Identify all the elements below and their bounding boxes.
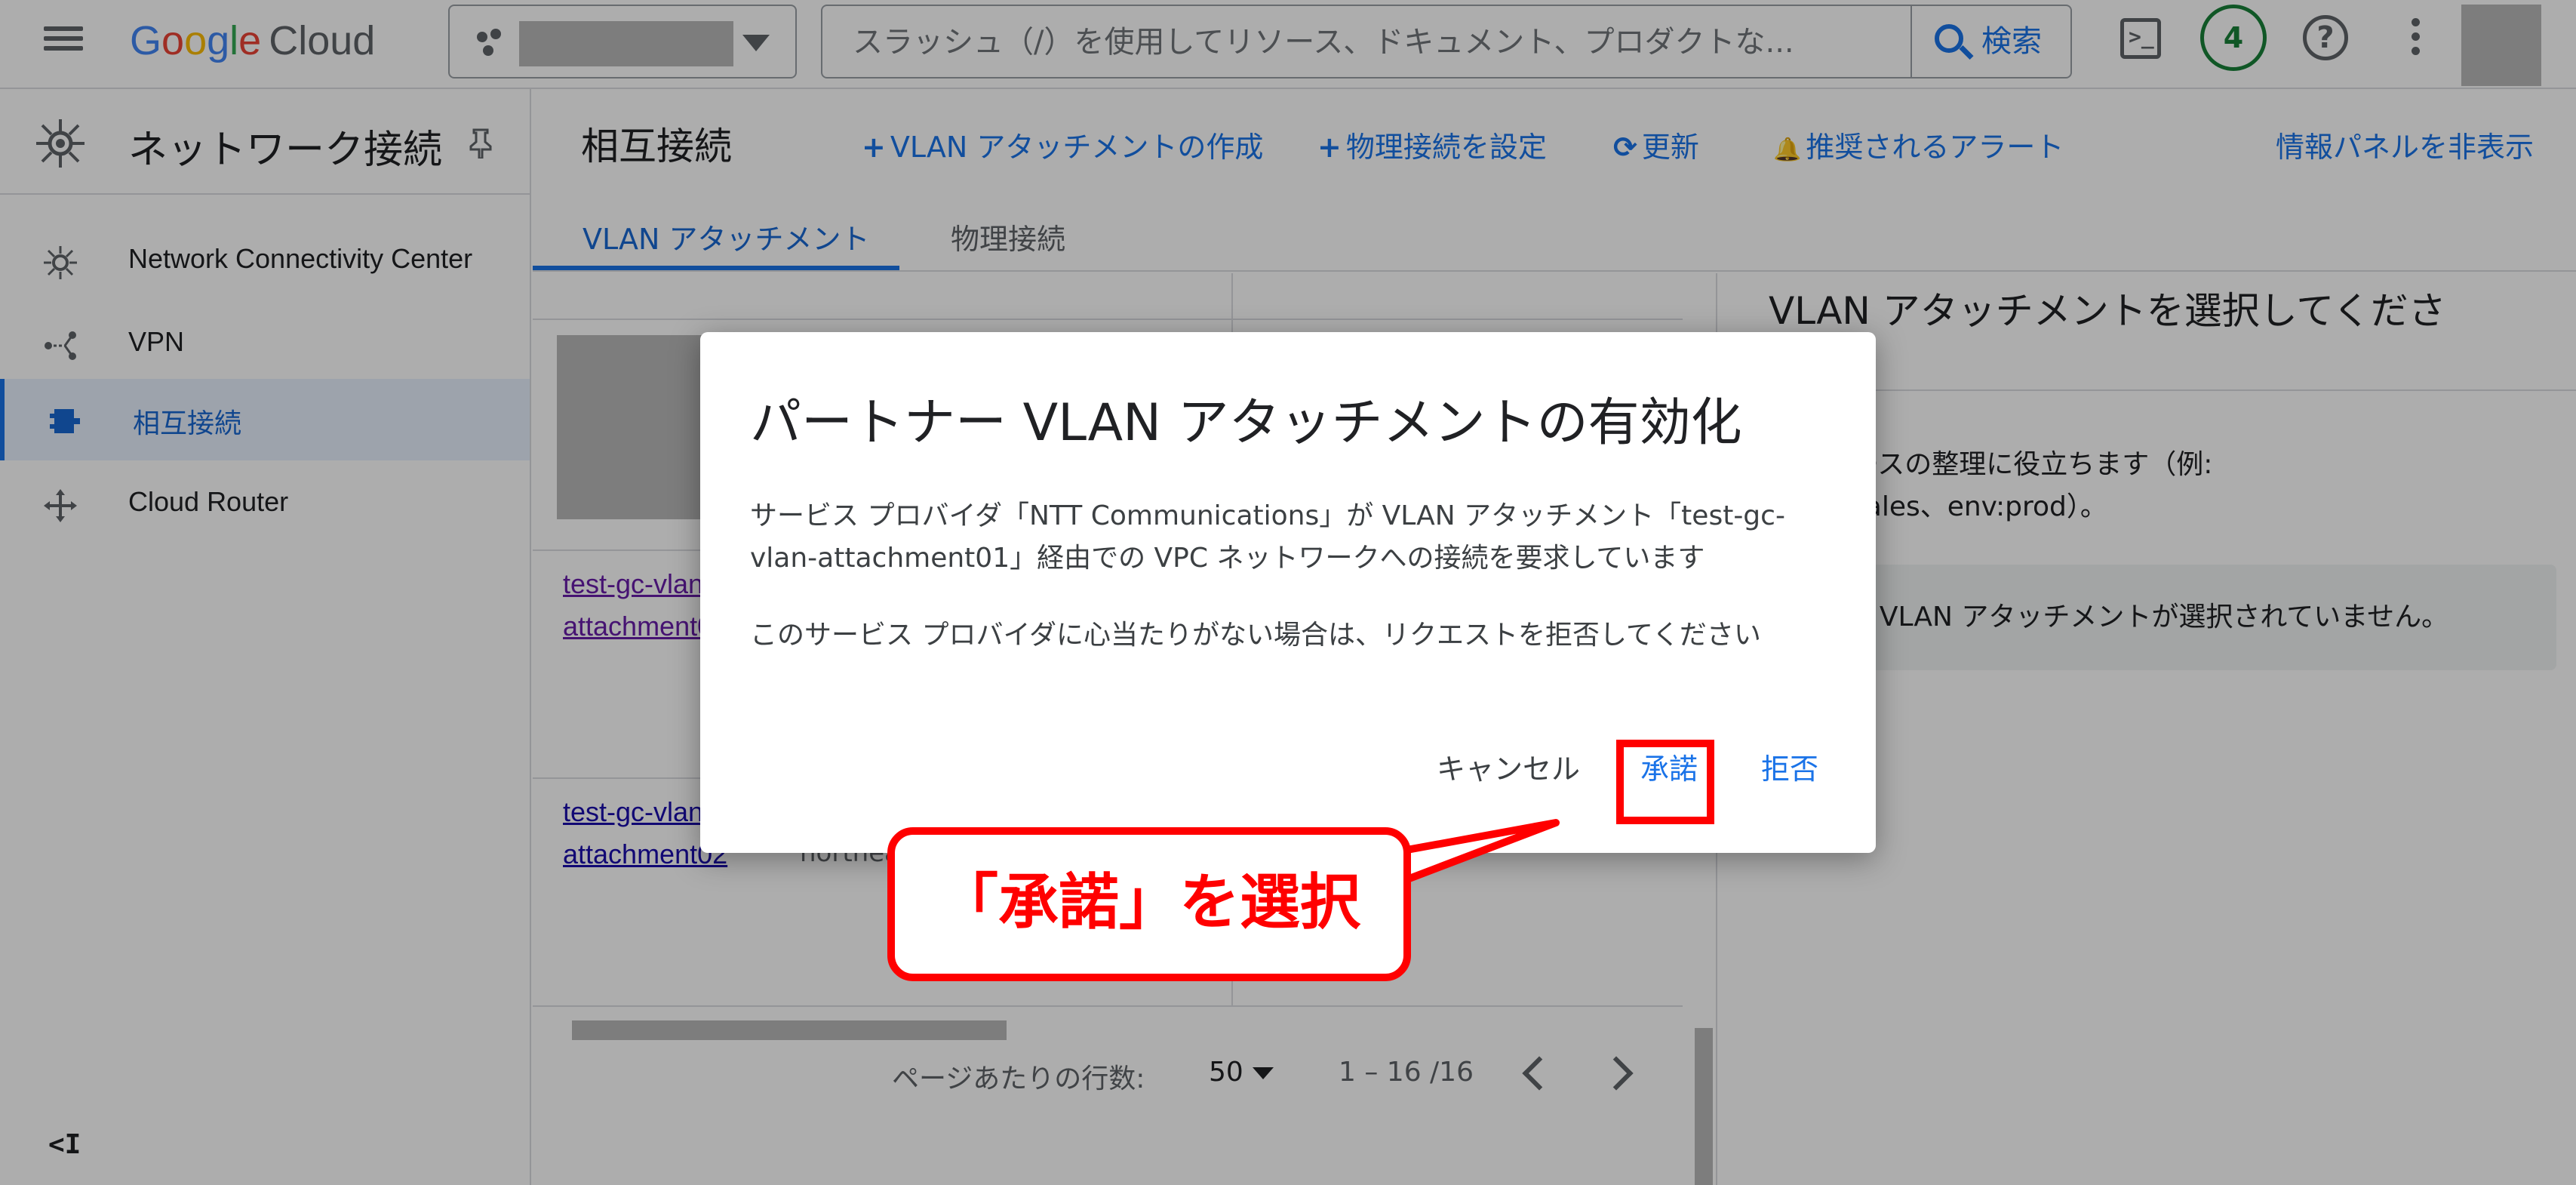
reject-button[interactable]: 拒否 [1761,746,1818,787]
dialog-message: サービス プロバイダ「NTT Communications」が VLAN アタッ… [750,500,1785,574]
dialog-title: パートナー VLAN アタッチメントの有効化 [750,393,1742,453]
cancel-button[interactable]: キャンセル [1437,746,1580,787]
enable-partner-vlan-dialog: パートナー VLAN アタッチメントの有効化 サービス プロバイダ「NTT Co… [700,332,1876,853]
dialog-warning: このサービス プロバイダに心当たりがない場合は、リクエストを拒否してください [750,620,1761,651]
app-root: GoogleCloud 検索 >_ 4 ? [0,0,2576,1185]
annotation-highlight-box [1616,740,1714,824]
annotation-callout: 「承諾」を選択 [887,827,1411,981]
